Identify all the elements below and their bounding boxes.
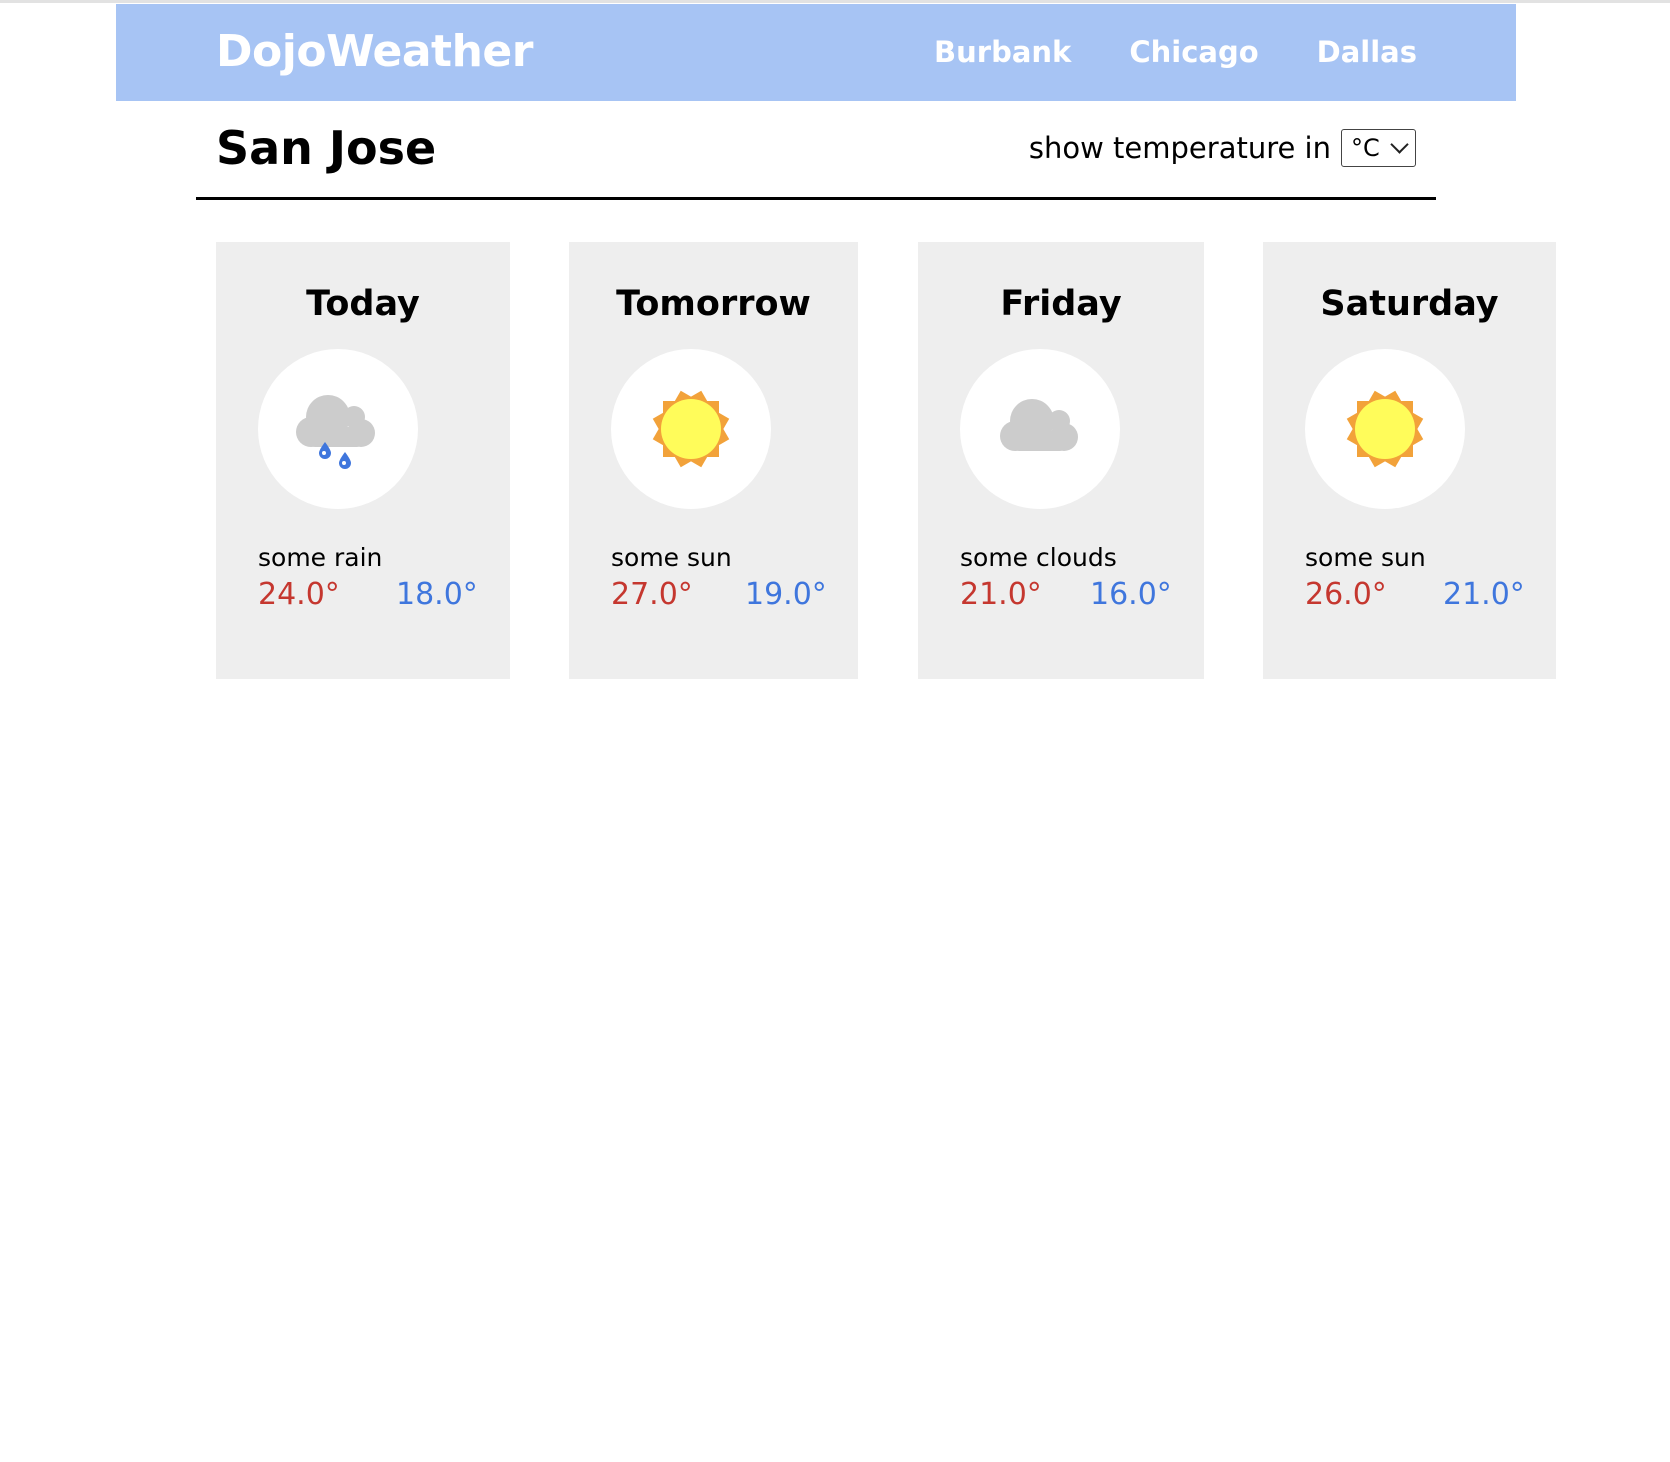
card-description: some clouds [960,543,1117,572]
low-temp: 18.0° [396,577,478,612]
nav-link-dallas[interactable]: Dallas [1317,34,1417,70]
icon-circle [960,349,1120,509]
nav-link-chicago[interactable]: Chicago [1129,34,1258,70]
browser-top-border [0,0,1670,3]
icon-circle [258,349,418,509]
city-title: San Jose [216,121,437,175]
navbar: DojoWeather Burbank Chicago Dallas [116,4,1516,101]
chevron-down-icon [1390,135,1409,154]
sun-icon [1346,390,1424,468]
low-temp: 19.0° [745,577,827,612]
unit-label: show temperature in [1028,131,1331,165]
icon-circle [611,349,771,509]
high-temp: 27.0° [611,577,693,612]
forecast-card-tomorrow: Tomorrow some sun 27.0° 19.0° [569,242,858,679]
header-divider [196,197,1436,200]
temperature-unit-control: show temperature in °C [1029,129,1416,167]
high-temp: 24.0° [258,577,340,612]
rain-cloud-icon [296,395,375,469]
high-temp: 26.0° [1305,577,1387,612]
card-description: some sun [611,543,732,572]
low-temp: 21.0° [1443,577,1525,612]
forecast-card-today: Today some rain 24.0° 18.0° [216,242,510,679]
forecast-card-friday: Friday some clouds 21.0° 16.0° [918,242,1204,679]
low-temp: 16.0° [1090,577,1172,612]
card-description: some sun [1305,543,1426,572]
logo[interactable]: DojoWeather [216,24,533,80]
icon-circle [1305,349,1465,509]
high-temp: 21.0° [960,577,1042,612]
cloud-icon [1000,399,1078,451]
sun-icon [652,390,730,468]
nav-link-burbank[interactable]: Burbank [934,34,1071,70]
unit-select[interactable]: °C [1341,129,1416,167]
city-nav: Burbank Chicago Dallas [934,34,1417,70]
card-day: Friday [1000,284,1122,324]
forecast-card-saturday: Saturday some sun 26.0° 21.0° [1263,242,1556,679]
card-day: Tomorrow [616,284,811,324]
card-day: Today [306,284,420,324]
card-day: Saturday [1320,284,1499,324]
card-description: some rain [258,543,383,572]
unit-select-value: °C [1351,134,1380,162]
